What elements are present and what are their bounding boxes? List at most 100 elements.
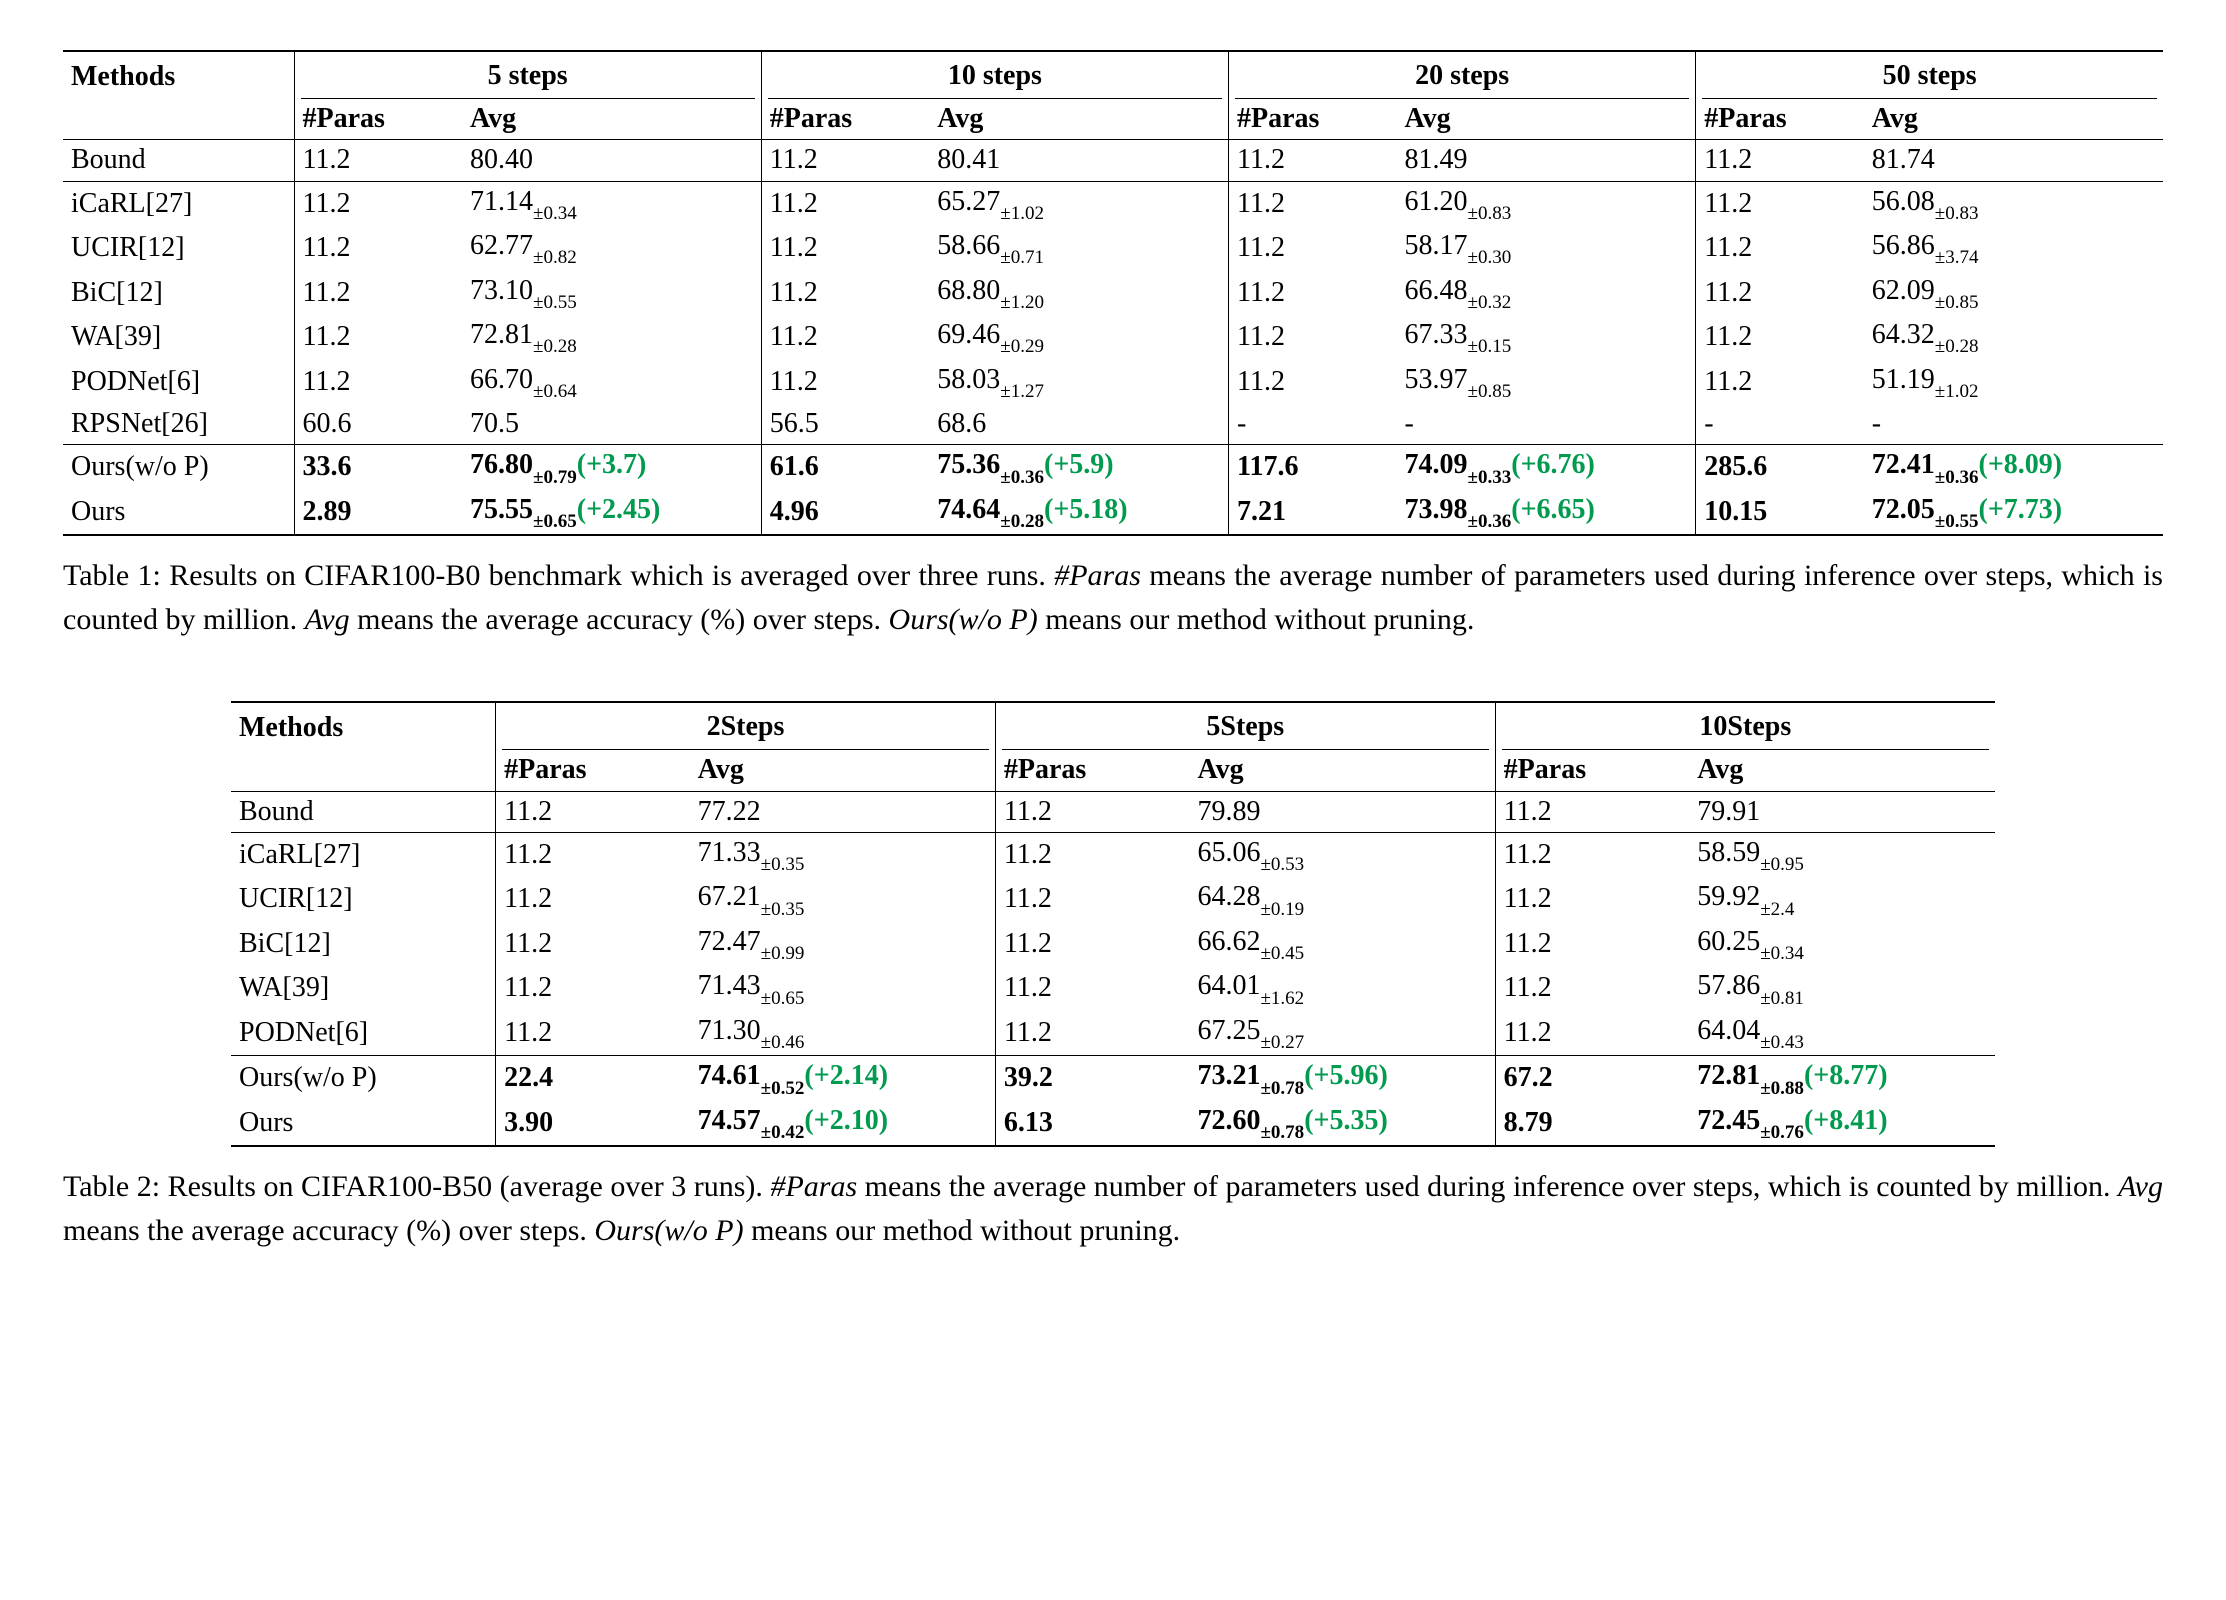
paras-cell: 11.2 — [1229, 226, 1397, 270]
table-row: Ours2.8975.55±0.65(+2.45)4.9674.64±0.28(… — [63, 490, 2163, 534]
std-dev: ±0.64 — [533, 381, 577, 402]
std-dev: ±0.71 — [1000, 247, 1044, 268]
caption-text: Table 2: Results on CIFAR100-B50 (averag… — [63, 1170, 770, 1203]
std-dev: ±0.46 — [761, 1032, 805, 1053]
caption-avg-label: Avg — [2118, 1170, 2163, 1203]
std-dev: ±0.95 — [1760, 854, 1804, 875]
paras-cell: 11.2 — [496, 833, 690, 877]
paras-cell: 60.6 — [294, 404, 462, 445]
paras-cell: 11.2 — [1229, 360, 1397, 404]
caption-text: means our method without pruning. — [1038, 603, 1475, 636]
avg-cell: 68.80±1.20 — [929, 271, 1228, 315]
paras-cell: 10.15 — [1696, 490, 1864, 534]
avg-cell: 79.89 — [1189, 792, 1495, 833]
paras-cell: 56.5 — [761, 404, 929, 445]
delta-improvement: (+2.45) — [577, 494, 661, 525]
paras-cell: 11.2 — [1495, 922, 1689, 966]
table-row: Bound11.280.4011.280.4111.281.4911.281.7… — [63, 140, 2163, 181]
avg-cell: 76.80±0.79(+3.7) — [462, 445, 761, 489]
std-dev: ±3.74 — [1935, 247, 1979, 268]
avg-cell: 67.33±0.15 — [1397, 315, 1696, 359]
caption-text: means the average accuracy (%) over step… — [63, 1214, 594, 1247]
delta-improvement: (+8.09) — [1979, 449, 2063, 480]
avg-cell: 58.03±1.27 — [929, 360, 1228, 404]
table-row: UCIR[12]11.267.21±0.3511.264.28±0.1911.2… — [231, 877, 1995, 921]
table-row: PODNet[6]11.266.70±0.6411.258.03±1.2711.… — [63, 360, 2163, 404]
std-dev: ±0.19 — [1260, 899, 1304, 920]
paras-cell: 11.2 — [1696, 182, 1864, 226]
paras-cell: 4.96 — [761, 490, 929, 534]
delta-improvement: (+3.7) — [577, 449, 647, 480]
std-dev: ±0.88 — [1760, 1078, 1804, 1099]
std-dev: ±0.35 — [761, 899, 805, 920]
avg-header: Avg — [690, 750, 996, 791]
paras-header: #Paras — [496, 750, 690, 791]
caption-text: means our method without pruning. — [744, 1214, 1181, 1247]
avg-cell: 74.57±0.42(+2.10) — [690, 1101, 996, 1145]
delta-improvement: (+5.35) — [1304, 1105, 1388, 1136]
avg-cell: - — [1864, 404, 2163, 445]
delta-improvement: (+5.9) — [1044, 449, 1114, 480]
paras-cell: 11.2 — [761, 182, 929, 226]
table-row: BiC[12]11.272.47±0.9911.266.62±0.4511.26… — [231, 922, 1995, 966]
paras-cell: 8.79 — [1495, 1101, 1689, 1145]
methods-header: Methods — [63, 52, 294, 99]
avg-cell: 64.32±0.28 — [1864, 315, 2163, 359]
avg-cell: 56.08±0.83 — [1864, 182, 2163, 226]
std-dev: ±0.81 — [1760, 988, 1804, 1009]
header-50-steps: 50 steps — [1696, 52, 2163, 98]
avg-cell: 70.5 — [462, 404, 761, 445]
delta-improvement: (+5.96) — [1304, 1060, 1388, 1091]
paras-cell: 117.6 — [1229, 445, 1397, 489]
paras-header: #Paras — [1495, 750, 1689, 791]
table-1-header-row-2: #Paras Avg #Paras Avg #Paras Avg #Paras … — [63, 99, 2163, 140]
method-name: WA[39] — [231, 966, 496, 1010]
avg-cell: - — [1397, 404, 1696, 445]
caption-paras-label: #Paras — [1054, 559, 1141, 592]
delta-improvement: (+6.65) — [1511, 494, 1595, 525]
paras-cell: 11.2 — [1229, 271, 1397, 315]
caption-avg-label: Avg — [305, 603, 350, 636]
caption-paras-label: #Paras — [770, 1170, 857, 1203]
avg-cell: 65.06±0.53 — [1189, 833, 1495, 877]
paras-cell: 11.2 — [761, 271, 929, 315]
std-dev: ±0.36 — [1000, 467, 1044, 488]
caption-ours-label: Ours(w/o P) — [594, 1214, 743, 1247]
table-2: Methods 2Steps 5Steps 10Steps #Paras Avg… — [231, 701, 1995, 1147]
paras-header: #Paras — [761, 99, 929, 140]
std-dev: ±2.4 — [1760, 899, 1794, 920]
caption-text: Table 1: Results on CIFAR100-B0 benchmar… — [63, 559, 1054, 592]
avg-cell: 60.25±0.34 — [1689, 922, 1995, 966]
avg-cell: 73.98±0.36(+6.65) — [1397, 490, 1696, 534]
method-name: iCaRL[27] — [231, 833, 496, 877]
paras-cell: 3.90 — [496, 1101, 690, 1145]
paras-cell: 11.2 — [1696, 140, 1864, 181]
paras-cell: 11.2 — [1495, 1011, 1689, 1056]
table-row: Ours(w/o P)22.474.61±0.52(+2.14)39.273.2… — [231, 1056, 1995, 1100]
delta-improvement: (+2.10) — [804, 1105, 888, 1136]
avg-cell: 61.20±0.83 — [1397, 182, 1696, 226]
std-dev: ±0.29 — [1000, 336, 1044, 357]
paras-cell: 61.6 — [761, 445, 929, 489]
paras-cell: 11.2 — [1495, 877, 1689, 921]
avg-cell: 59.92±2.4 — [1689, 877, 1995, 921]
paras-cell: 11.2 — [1495, 792, 1689, 833]
std-dev: ±0.34 — [533, 203, 577, 224]
avg-cell: 80.40 — [462, 140, 761, 181]
avg-cell: 66.48±0.32 — [1397, 271, 1696, 315]
avg-cell: 74.64±0.28(+5.18) — [929, 490, 1228, 534]
avg-header: Avg — [462, 99, 761, 140]
header-10-steps: 10 steps — [761, 52, 1228, 98]
paras-cell: 11.2 — [995, 966, 1189, 1010]
paras-cell: 11.2 — [1495, 966, 1689, 1010]
paras-cell: 11.2 — [1696, 271, 1864, 315]
avg-cell: 74.09±0.33(+6.76) — [1397, 445, 1696, 489]
paras-cell: 11.2 — [761, 140, 929, 181]
std-dev: ±0.65 — [761, 988, 805, 1009]
avg-cell: 75.36±0.36(+5.9) — [929, 445, 1228, 489]
std-dev: ±0.35 — [761, 854, 805, 875]
std-dev: ±1.02 — [1000, 203, 1044, 224]
caption-ours-label: Ours(w/o P) — [889, 603, 1038, 636]
std-dev: ±0.28 — [533, 336, 577, 357]
method-name: BiC[12] — [231, 922, 496, 966]
